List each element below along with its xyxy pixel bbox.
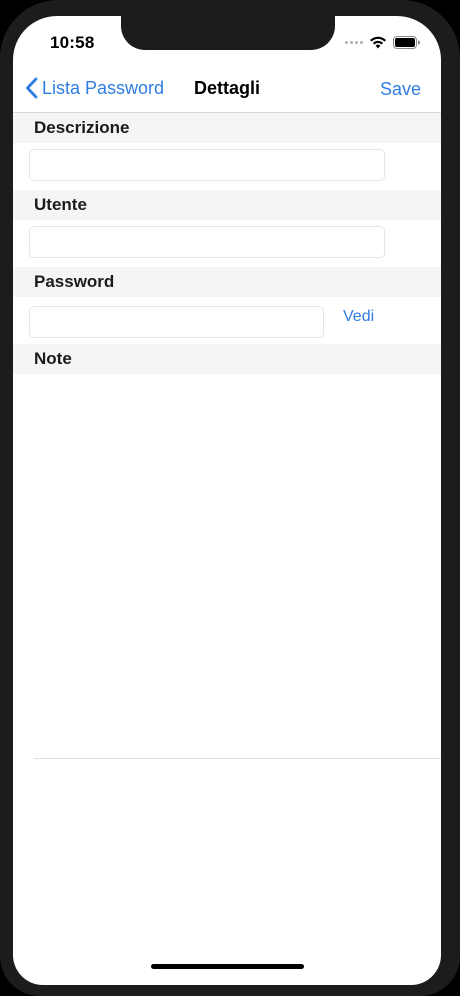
signal-dots-icon	[345, 41, 363, 44]
show-password-button[interactable]: Vedi	[343, 308, 374, 326]
app-screen: 10:58 Lista Password Dettagli Save Descr…	[13, 16, 441, 985]
description-input[interactable]	[29, 149, 385, 181]
battery-icon	[393, 36, 420, 49]
navigation-bar: Lista Password Dettagli Save	[13, 66, 441, 113]
description-section-header: Descrizione	[13, 113, 441, 143]
save-button[interactable]: Save	[380, 79, 421, 100]
password-label: Password	[34, 272, 115, 291]
description-label: Descrizione	[34, 118, 130, 137]
user-input[interactable]	[29, 226, 385, 258]
notes-label: Note	[34, 349, 72, 368]
page-title: Dettagli	[193, 78, 260, 98]
notes-textarea[interactable]	[13, 374, 441, 759]
user-label: Utente	[34, 195, 87, 214]
status-icons	[345, 36, 420, 49]
wifi-icon	[370, 36, 386, 49]
user-section-header: Utente	[13, 190, 441, 220]
password-input[interactable]	[29, 306, 324, 338]
notes-section-header: Note	[13, 344, 441, 374]
device-notch	[121, 16, 335, 50]
device-frame: 10:58 Lista Password Dettagli Save Descr…	[0, 0, 460, 996]
status-time: 10:58	[50, 33, 95, 52]
notes-separator	[34, 758, 441, 759]
home-indicator[interactable]	[151, 964, 304, 969]
password-section-header: Password	[13, 267, 441, 297]
